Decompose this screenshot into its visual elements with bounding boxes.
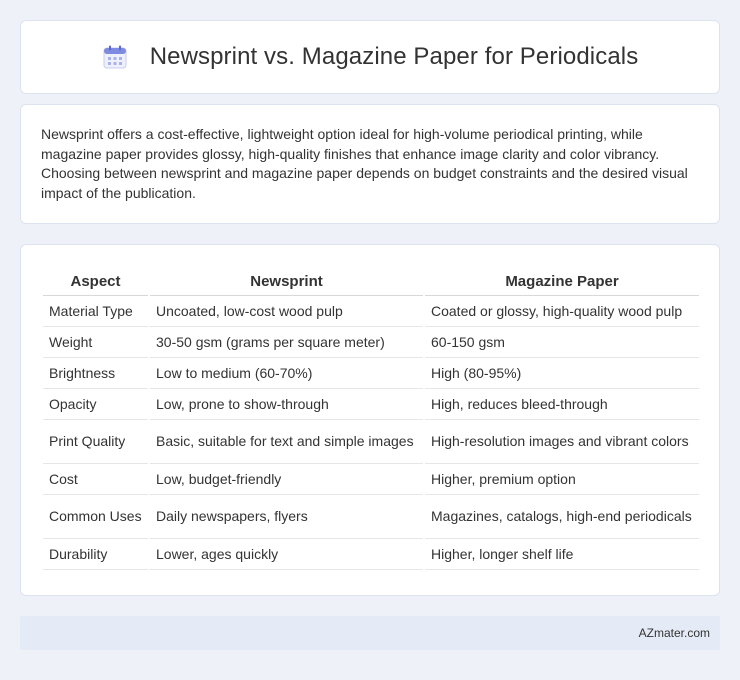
cell-newsprint: Low, prone to show-through [149,388,425,420]
cell-newsprint: Lower, ages quickly [149,538,425,570]
footer-bar: AZmater.com [20,616,720,650]
cell-aspect: Cost [43,463,150,495]
cell-aspect: Material Type [43,295,150,327]
cell-magazine: 60-150 gsm [424,326,699,358]
header-newsprint: Newsprint [149,265,425,296]
cell-magazine: High-resolution images and vibrant color… [424,419,699,464]
table-row: Common Uses Daily newspapers, flyers Mag… [43,494,699,539]
cell-magazine: High (80-95%) [424,357,699,389]
cell-magazine: High, reduces bleed-through [424,388,699,420]
cell-newsprint: Low to medium (60-70%) [149,357,425,389]
header-magazine-paper: Magazine Paper [424,265,699,296]
footer-site-link[interactable]: AZmater.com [639,626,710,640]
title-card: Newsprint vs. Magazine Paper for Periodi… [20,20,720,94]
table-row: Print Quality Basic, suitable for text a… [43,419,699,464]
page-title: Newsprint vs. Magazine Paper for Periodi… [149,43,639,70]
cell-aspect: Brightness [43,357,150,389]
description-card: Newsprint offers a cost-effective, light… [20,104,720,224]
table-header-row: Aspect Newsprint Magazine Paper [43,265,699,296]
cell-magazine: Higher, premium option [424,463,699,495]
title-wrap: Newsprint vs. Magazine Paper for Periodi… [102,43,639,71]
cell-newsprint: Uncoated, low-cost wood pulp [149,295,425,327]
cell-newsprint: Low, budget-friendly [149,463,425,495]
cell-aspect: Common Uses [43,494,150,539]
table-row: Opacity Low, prone to show-through High,… [43,388,699,420]
cell-aspect: Opacity [43,388,150,420]
table-row: Cost Low, budget-friendly Higher, premiu… [43,463,699,495]
description-text: Newsprint offers a cost-effective, light… [41,126,688,201]
cell-magazine: Higher, longer shelf life [424,538,699,570]
table-row: Weight 30-50 gsm (grams per square meter… [43,326,699,358]
comparison-table: Aspect Newsprint Magazine Paper Material… [43,265,699,570]
cell-aspect: Print Quality [43,419,150,464]
cell-aspect: Weight [43,326,150,358]
cell-magazine: Magazines, catalogs, high-end periodical… [424,494,699,539]
cell-newsprint: Daily newspapers, flyers [149,494,425,539]
table-row: Material Type Uncoated, low-cost wood pu… [43,295,699,327]
cell-magazine: Coated or glossy, high-quality wood pulp [424,295,699,327]
calendar-icon [102,44,128,70]
table-row: Brightness Low to medium (60-70%) High (… [43,357,699,389]
comparison-card: Aspect Newsprint Magazine Paper Material… [20,244,720,596]
cell-aspect: Durability [43,538,150,570]
table-row: Durability Lower, ages quickly Higher, l… [43,538,699,570]
cell-newsprint: 30-50 gsm (grams per square meter) [149,326,425,358]
cell-newsprint: Basic, suitable for text and simple imag… [149,419,425,464]
header-aspect: Aspect [43,265,150,296]
